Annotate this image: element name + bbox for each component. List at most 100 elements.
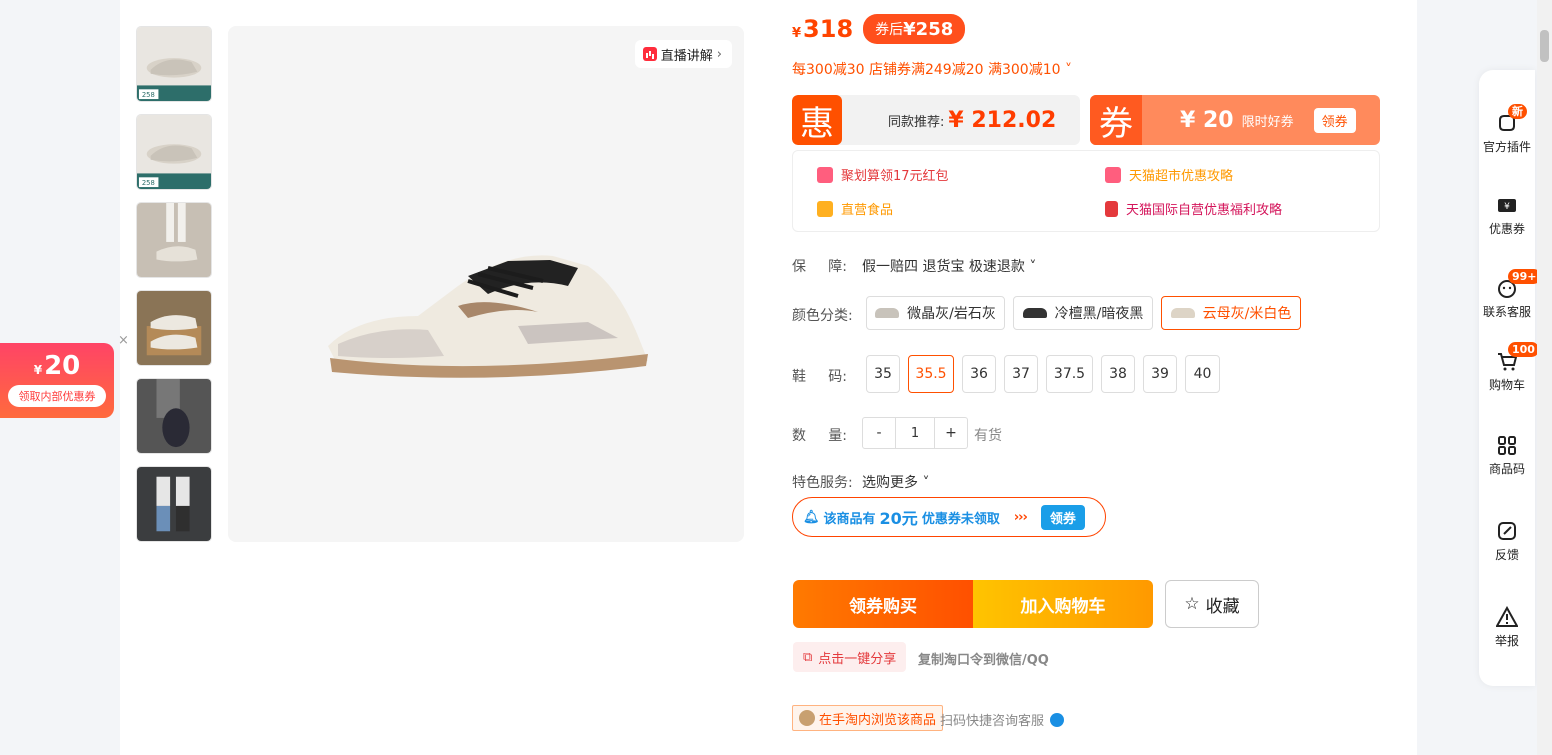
size-label: 鞋 码: [792,369,847,385]
size-option-selected[interactable]: 35.5 [908,355,954,393]
coupon-deal-box[interactable]: 券 ¥ 20 限时好券 领券 [1090,95,1380,145]
services-label: 特色服务: [792,475,853,491]
floating-coupon-amount: ¥20 [33,351,81,381]
size-option[interactable]: 36 [962,355,996,393]
link-tmall-supermarket[interactable]: 天猫超市优惠攻略 [1105,165,1233,184]
size-option[interactable]: 35 [866,355,900,393]
quantity-plus-button[interactable]: + [935,418,967,448]
color-option-3-selected[interactable]: 云母灰/米白色 [1161,296,1301,330]
share-tip: 复制淘口令到微信/QQ [918,653,1049,668]
recommend-deal-box[interactable]: 惠 同款推荐: ¥ 212.02 [792,95,1080,145]
price: ¥318 [792,15,854,43]
claim-coupon-button[interactable]: 领券 [1040,504,1085,530]
coupon-price-badge: 券后 ¥258 [863,14,966,44]
link-juhuasuan[interactable]: 聚划算领17元红包 [817,165,949,184]
shoe-thumb-icon [875,308,900,318]
thumbnail-5[interactable] [136,378,212,454]
sidebar-item-coupon[interactable]: ¥ 优惠券 [1479,194,1535,237]
sidebar-item-feedback[interactable]: 反馈 [1479,520,1535,563]
size-option[interactable]: 38 [1101,355,1135,393]
buy-with-coupon-button[interactable]: 领券购买 [793,580,973,628]
right-sidebar: 新 官方插件 ¥ 优惠券 99+ 联系客服 100 购物车 商品码 反馈 举报 [1479,70,1541,686]
quantity-input[interactable]: 1 [895,418,935,448]
supermarket-icon [1105,166,1121,183]
quantity-minus-button[interactable]: - [863,418,895,448]
qrcode-icon [1496,434,1518,456]
taobao-icon [799,710,815,726]
live-explain-label: 直播讲解 [660,48,713,64]
main-product-image[interactable]: 直播讲解 › [228,26,744,542]
color-label: 颜色分类: [792,308,853,324]
thumbnail-4[interactable] [136,290,212,366]
feedback-icon [1496,520,1518,542]
svg-text:¥: ¥ [1504,202,1510,212]
shoe-thumb-icon [1170,308,1195,318]
stock-status: 有货 [974,428,1002,444]
promotion-line[interactable]: 每300减30 店铺券满249减20 满300减10 ˅ [792,59,1072,79]
thumbnail-3[interactable] [136,202,212,278]
hui-tag: 惠 [792,95,842,145]
thumb-badge-1: 258 [142,91,155,99]
shoe-illustration [328,255,648,378]
shoe-thumb-icon [1022,308,1047,318]
link-direct-food[interactable]: 直营食品 [817,199,893,218]
size-option[interactable]: 37.5 [1046,355,1093,393]
quantity-label: 数 量: [792,428,847,444]
copy-icon: ⧉ [803,649,813,665]
open-in-taobao-button[interactable]: 在手淘内浏览该商品 [792,705,944,731]
report-icon [1495,605,1519,628]
food-icon [817,200,833,217]
thumb-badge-2: 258 [142,179,155,187]
thumbnail-list: 258 258 [136,26,212,554]
color-option-2[interactable]: 冷檀黑/暗夜黑 [1013,296,1153,330]
cart-icon: 100 [1496,342,1539,372]
arrows-icon: ››› [1013,509,1028,525]
scrollbar[interactable] [1537,0,1552,755]
guarantee-label: 保 障: [792,259,847,275]
sidebar-item-cart[interactable]: 100 购物车 [1479,342,1539,393]
guarantee-value[interactable]: 假一赔四 退货宝 极速退款 ˅ [862,256,1036,276]
close-icon[interactable]: × [118,333,129,348]
quan-amount: ¥ 20 [1180,107,1234,133]
star-icon: ☆ [1184,594,1200,614]
link-tmall-global[interactable]: 天猫国际自营优惠福利攻略 [1105,199,1282,218]
quan-tag: 券 [1090,95,1142,145]
size-option[interactable]: 40 [1185,355,1220,393]
scan-tip: 扫码快捷咨询客服 [940,710,1065,729]
bell-icon: 🔔︎ [803,509,820,525]
thumbnail-2[interactable]: 258 [136,114,212,190]
chevron-down-icon: ˅ [1060,62,1072,78]
size-option[interactable]: 39 [1143,355,1177,393]
live-explain-button[interactable]: 直播讲解 › [634,40,732,68]
color-option-1[interactable]: 微晶灰/岩石灰 [866,296,1005,330]
favorite-button[interactable]: ☆ 收藏 [1165,580,1259,628]
quantity-stepper: - 1 + [862,417,968,449]
sidebar-item-service[interactable]: 99+ 联系客服 [1479,269,1541,320]
chevron-right-icon: › [716,46,722,62]
envelope-icon [1105,200,1118,217]
sidebar-item-qrcode[interactable]: 商品码 [1479,434,1535,477]
promo-links-box: 聚划算领17元红包 天猫超市优惠攻略 直营食品 天猫国际自营优惠福利攻略 [792,150,1380,232]
unclaimed-coupon-banner[interactable]: 🔔︎ 该商品有 20元 优惠券未领取 ››› 领券 [792,497,1106,537]
add-to-cart-button[interactable]: 加入购物车 [973,580,1153,628]
hui-text: 同款推荐: [888,114,945,130]
scroll-thumb[interactable] [1540,30,1549,62]
red-packet-icon [817,166,833,183]
plugin-icon: 新 [1496,104,1527,134]
floating-coupon[interactable]: ¥20 领取内部优惠券 [0,343,114,418]
size-option[interactable]: 37 [1004,355,1038,393]
hui-price: ¥ 212.02 [948,107,1057,133]
quan-text: 限时好券 [1241,114,1294,130]
coupon-icon: ¥ [1496,194,1518,216]
services-dropdown[interactable]: 选购更多 ˅ [862,472,929,492]
sidebar-item-report[interactable]: 举报 [1479,605,1535,649]
thumbnail-6[interactable] [136,466,212,542]
thumbnail-1[interactable]: 258 [136,26,212,102]
claim-internal-coupon-button[interactable]: 领取内部优惠券 [8,385,106,407]
share-button[interactable]: ⧉ 点击一键分享 [793,642,907,672]
sidebar-item-plugin[interactable]: 新 官方插件 [1479,104,1535,155]
chevron-down-icon: ˅ [918,475,930,491]
get-coupon-button[interactable]: 领券 [1313,107,1356,133]
chevron-down-icon: ˅ [1024,259,1037,275]
price-row: ¥318 券后 ¥258 [792,14,966,44]
